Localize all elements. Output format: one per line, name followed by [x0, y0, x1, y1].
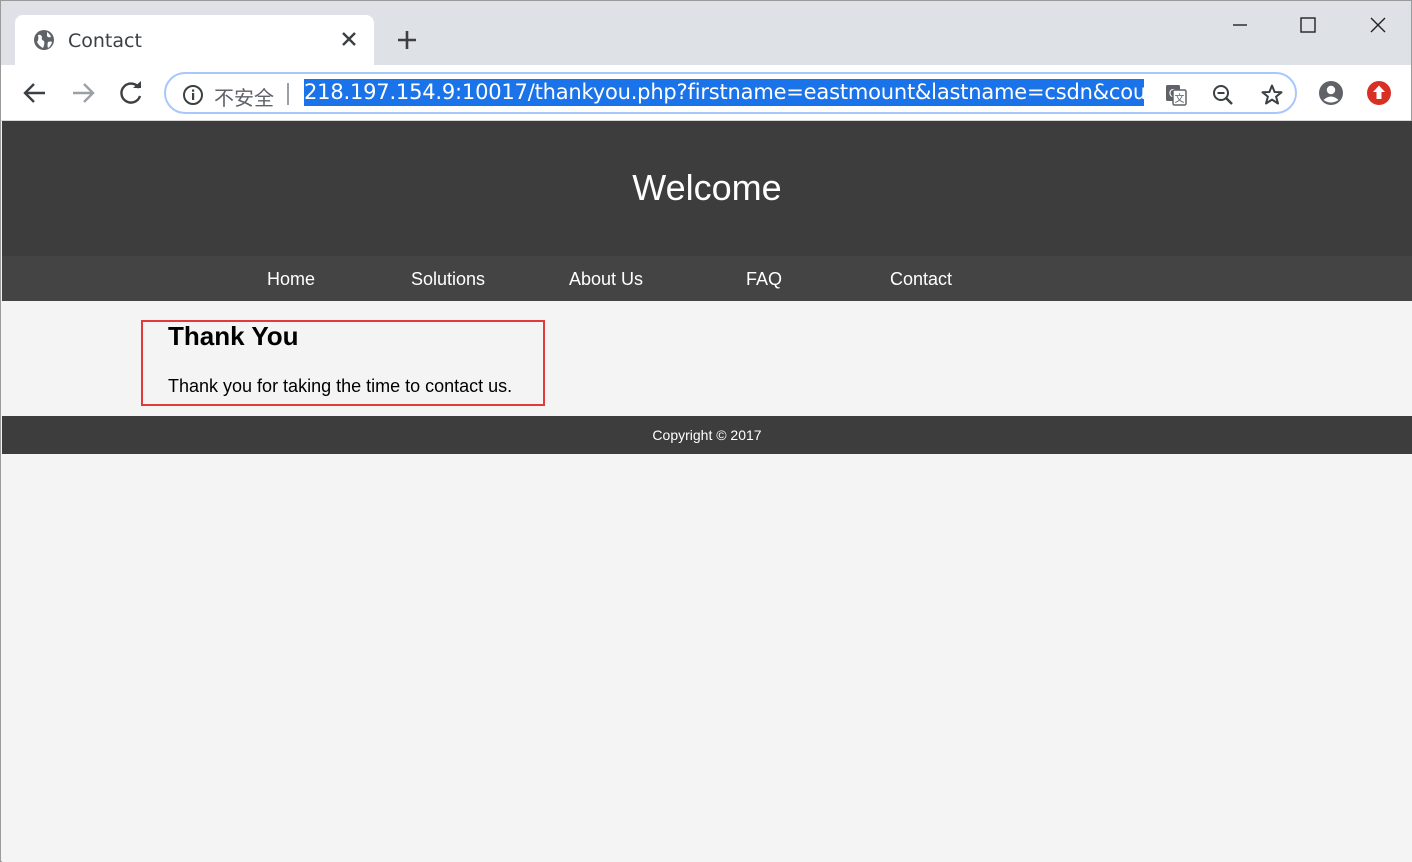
- url-text[interactable]: 218.197.154.9:10017/thankyou.php?firstna…: [304, 79, 1144, 106]
- thank-you-message: Thank you for taking the time to contact…: [168, 376, 513, 396]
- zoom-out-icon[interactable]: [1211, 83, 1235, 107]
- security-label[interactable]: 不安全: [214, 82, 274, 111]
- browser-window: Contact 不安全 218.197.154.9:10017/thankyou…: [0, 0, 1412, 862]
- new-tab-icon[interactable]: [394, 27, 420, 53]
- translate-icon[interactable]: G 文: [1164, 83, 1188, 107]
- main-content: Thank You Thank you for taking the time …: [2, 301, 1412, 416]
- close-tab-icon[interactable]: [340, 30, 358, 48]
- web-page: Welcome Home Solutions About Us FAQ Cont…: [2, 121, 1412, 862]
- tab-contact[interactable]: Contact: [15, 15, 374, 65]
- maximize-icon[interactable]: [1285, 9, 1331, 41]
- site-nav: Home Solutions About Us FAQ Contact: [2, 256, 1412, 301]
- globe-icon: [33, 29, 55, 51]
- nav-solutions[interactable]: Solutions: [411, 269, 485, 290]
- site-header: Welcome: [2, 121, 1412, 256]
- profile-avatar-icon[interactable]: [1317, 79, 1345, 107]
- tab-title: Contact: [68, 30, 142, 52]
- site-footer: Copyright © 2017: [2, 416, 1412, 454]
- nav-faq[interactable]: FAQ: [746, 269, 782, 290]
- reload-icon[interactable]: [117, 79, 145, 107]
- nav-contact[interactable]: Contact: [890, 269, 952, 290]
- thank-you-heading: Thank You: [168, 321, 299, 351]
- bookmark-star-icon[interactable]: [1260, 83, 1284, 107]
- browser-toolbar: 不安全 218.197.154.9:10017/thankyou.php?fir…: [1, 65, 1411, 121]
- minimize-icon[interactable]: [1217, 9, 1263, 41]
- svg-text:文: 文: [1175, 92, 1185, 105]
- close-window-icon[interactable]: [1355, 9, 1401, 41]
- nav-home[interactable]: Home: [267, 269, 315, 290]
- address-separator: [287, 83, 289, 105]
- update-icon[interactable]: [1365, 79, 1393, 107]
- info-icon[interactable]: [182, 84, 204, 111]
- back-arrow-icon[interactable]: [21, 79, 49, 107]
- site-title: Welcome: [632, 167, 782, 208]
- tab-strip: Contact: [1, 1, 1411, 65]
- forward-arrow-icon[interactable]: [69, 79, 97, 107]
- address-bar[interactable]: 不安全 218.197.154.9:10017/thankyou.php?fir…: [164, 72, 1297, 114]
- copyright-text: Copyright © 2017: [652, 427, 762, 443]
- nav-about-us[interactable]: About Us: [569, 269, 643, 290]
